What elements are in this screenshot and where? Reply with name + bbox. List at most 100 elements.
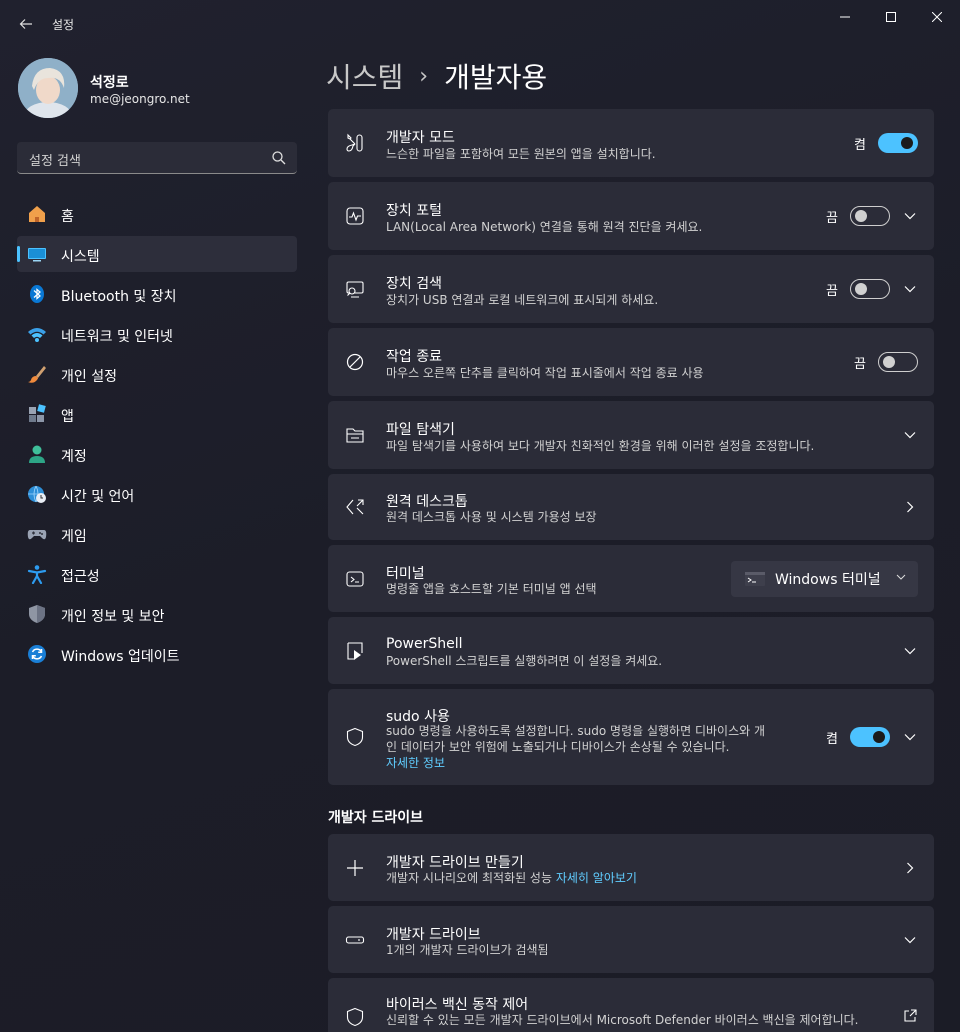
globe-clock-icon [27, 484, 47, 504]
sidebar-item-gaming[interactable]: 게임 [17, 516, 297, 552]
setting-title: 장치 검색 [386, 276, 442, 292]
setting-device-portal[interactable]: 장치 포털 LAN(Local Area Network) 연결을 통해 원격 … [328, 182, 934, 250]
back-arrow-icon [19, 19, 32, 29]
sudo-toggle[interactable] [850, 727, 890, 747]
setting-terminal: 터미널 명령줄 앱을 호스트할 기본 터미널 앱 선택 Windows 터미널 [328, 545, 934, 612]
brush-icon [27, 364, 47, 384]
account-icon [27, 444, 47, 464]
device-search-icon [344, 278, 366, 300]
setting-create-dev-drive[interactable]: 개발자 드라이브 만들기 개발자 시나리오에 최적화된 성능 자세히 알아보기 [328, 834, 934, 901]
remote-desktop-icon [344, 496, 366, 518]
setting-description: PowerShell 스크립트를 실행하려면 이 설정을 켜세요. [386, 654, 663, 668]
chevron-down-icon[interactable] [902, 427, 918, 443]
sidebar-item-label: 시간 및 언어 [61, 489, 135, 505]
setting-dev-drives[interactable]: 개발자 드라이브 1개의 개발자 드라이브가 검색됨 [328, 906, 934, 973]
chevron-down-icon[interactable] [902, 729, 918, 745]
sidebar-item-label: 앱 [61, 409, 74, 425]
sidebar-item-privacy[interactable]: 개인 정보 및 보안 [17, 596, 297, 632]
device-portal-toggle[interactable] [850, 206, 890, 226]
terminal-icon [344, 568, 366, 590]
terminal-dropdown[interactable]: Windows 터미널 [731, 561, 918, 597]
bluetooth-icon [27, 284, 47, 304]
toggle-knob [901, 137, 913, 149]
sidebar-nav: 홈 시스템 Bluetooth 및 장치 네트워크 및 인터넷 개인 설정 앱 [17, 196, 297, 676]
setting-title: 개발자 드라이브 만들기 [386, 855, 524, 871]
device-discovery-toggle-group: 끔 [826, 279, 890, 299]
device-discovery-toggle[interactable] [850, 279, 890, 299]
setting-developer-mode: 개발자 모드 느슨한 파일을 포함하여 모든 원본의 앱을 설치합니다. 켬 [328, 109, 934, 177]
shield-outline-icon [344, 1006, 366, 1028]
sidebar-item-accessibility[interactable]: 접근성 [17, 556, 297, 592]
sidebar-item-bluetooth[interactable]: Bluetooth 및 장치 [17, 276, 297, 312]
setting-description: 장치가 USB 연결과 로컬 네트워크에 표시되게 하세요. [386, 293, 659, 307]
sidebar-item-home[interactable]: 홈 [17, 196, 297, 232]
minimize-button[interactable] [822, 0, 868, 34]
setting-remote-desktop[interactable]: 원격 데스크톱 원격 데스크톱 사용 및 시스템 가용성 보장 [328, 474, 934, 540]
setting-description: 1개의 개발자 드라이브가 검색됨 [386, 943, 549, 957]
setting-sudo[interactable]: sudo 사용 sudo 명령을 사용하도록 설정합니다. sudo 명령을 실… [328, 689, 934, 785]
maximize-button[interactable] [868, 0, 914, 34]
setting-description: 파일 탐색기를 사용하여 보다 개발자 친화적인 환경을 위해 이러한 설정을 … [386, 439, 815, 453]
more-info-link[interactable]: 자세한 정보 [386, 755, 445, 771]
chevron-down-icon[interactable] [902, 281, 918, 297]
avatar [18, 58, 78, 118]
chevron-down-icon[interactable] [902, 932, 918, 948]
close-button[interactable] [914, 0, 960, 34]
dropdown-selected-value: Windows 터미널 [775, 572, 881, 588]
user-profile[interactable]: 석정로 me@jeongro.net [18, 58, 298, 120]
sidebar-item-windows-update[interactable]: Windows 업데이트 [17, 636, 297, 672]
sidebar-item-network[interactable]: 네트워크 및 인터넷 [17, 316, 297, 352]
close-icon [932, 12, 942, 22]
breadcrumb-separator: › [419, 63, 429, 89]
block-icon [344, 351, 366, 373]
sidebar-item-apps[interactable]: 앱 [17, 396, 297, 432]
sidebar-item-time-language[interactable]: 시간 및 언어 [17, 476, 297, 512]
sidebar-item-personalization[interactable]: 개인 설정 [17, 356, 297, 392]
breadcrumb: 시스템 › 개발자용 [326, 56, 547, 96]
sidebar-item-system[interactable]: 시스템 [17, 236, 297, 272]
windows-terminal-icon [745, 572, 765, 586]
pulse-monitor-icon [344, 205, 366, 227]
setting-description: 신뢰할 수 있는 모든 개발자 드라이브에서 Microsoft Defende… [386, 1013, 859, 1027]
search-icon [272, 151, 286, 165]
search-input[interactable]: 설정 검색 [17, 142, 297, 174]
chevron-down-icon[interactable] [902, 208, 918, 224]
external-link-icon[interactable] [902, 1008, 918, 1024]
setting-antivirus-control[interactable]: 바이러스 백신 동작 제어 신뢰할 수 있는 모든 개발자 드라이브에서 Mic… [328, 978, 934, 1032]
maximize-icon [886, 12, 896, 22]
toggle-knob [855, 283, 867, 295]
folder-icon [344, 424, 366, 446]
setting-file-explorer[interactable]: 파일 탐색기 파일 탐색기를 사용하여 보다 개발자 친화적인 환경을 위해 이… [328, 401, 934, 469]
drive-icon [344, 929, 366, 951]
breadcrumb-parent[interactable]: 시스템 [326, 56, 403, 96]
section-title: 개발자 드라이브 [328, 810, 424, 826]
apps-icon [27, 404, 47, 424]
sidebar-item-label: 홈 [61, 209, 74, 225]
setting-description: 마우스 오른쪽 단추를 클릭하여 작업 표시줄에서 작업 종료 사용 [386, 366, 704, 380]
search-placeholder: 설정 검색 [29, 154, 81, 169]
setting-title: 터미널 [386, 566, 425, 582]
setting-title: 바이러스 백신 동작 제어 [386, 997, 529, 1013]
toggle-state-label: 끔 [826, 283, 838, 299]
toggle-state-label: 켬 [826, 731, 838, 747]
toggle-state-label: 끔 [854, 356, 866, 372]
toggle-knob [883, 356, 895, 368]
sidebar-item-accounts[interactable]: 계정 [17, 436, 297, 472]
chevron-down-icon[interactable] [902, 643, 918, 659]
developer-mode-toggle[interactable] [878, 133, 918, 153]
device-portal-toggle-group: 끔 [826, 206, 890, 226]
user-email: me@jeongro.net [90, 92, 190, 106]
sidebar-item-label: Windows 업데이트 [61, 649, 180, 665]
chevron-right-icon[interactable] [902, 499, 918, 515]
end-task-toggle[interactable] [878, 352, 918, 372]
sidebar-item-label: 계정 [61, 449, 87, 465]
learn-more-link[interactable]: 자세히 알아보기 [556, 871, 637, 885]
toggle-state-label: 켬 [854, 137, 866, 153]
setting-device-discovery[interactable]: 장치 검색 장치가 USB 연결과 로컬 네트워크에 표시되게 하세요. 끔 [328, 255, 934, 323]
app-title: 설정 [52, 18, 75, 32]
setting-powershell[interactable]: PowerShell PowerShell 스크립트를 실행하려면 이 설정을 … [328, 617, 934, 684]
setting-title: 개발자 모드 [386, 130, 455, 146]
back-button[interactable] [12, 10, 40, 38]
chevron-right-icon[interactable] [902, 860, 918, 876]
sidebar-item-label: 네트워크 및 인터넷 [61, 329, 173, 345]
